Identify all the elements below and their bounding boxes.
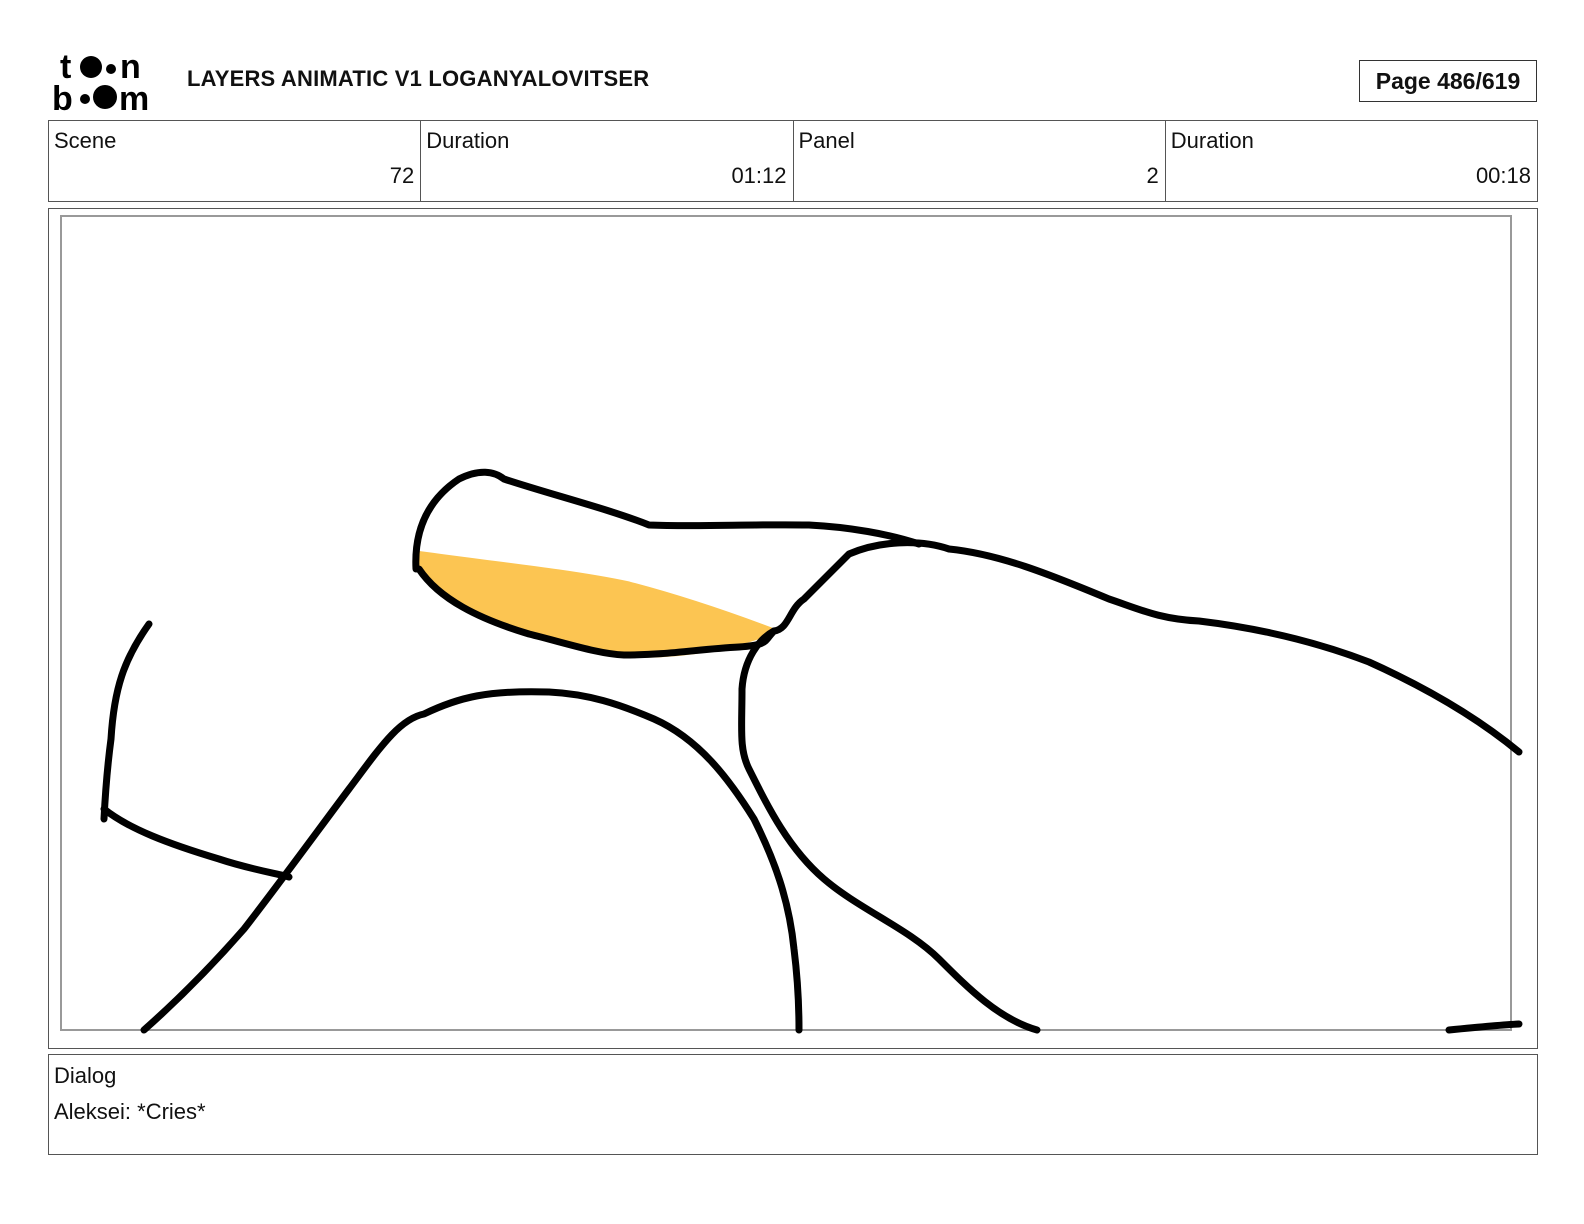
- info-row: Scene 72 Duration 01:12 Panel 2 Duration…: [48, 120, 1538, 202]
- arm-line: [100, 620, 153, 823]
- dialog-text: Aleksei: *Cries*: [54, 1099, 206, 1124]
- panel-duration-value: 00:18: [1475, 163, 1531, 188]
- toon-boom-logo: t n b m: [52, 50, 149, 114]
- dialog-box: Dialog Aleksei: *Cries*: [48, 1054, 1538, 1155]
- panel-sketch: [60, 215, 1523, 1034]
- scene-duration-label: Duration: [426, 128, 510, 153]
- panel-label: Panel: [798, 128, 855, 153]
- dialog-label: Dialog: [54, 1063, 117, 1088]
- arm-lower-line: [100, 805, 293, 881]
- panel-cell: Panel 2: [794, 121, 1166, 201]
- svg-text:b: b: [52, 80, 73, 114]
- panel-value: 2: [1146, 163, 1159, 188]
- svg-text:m: m: [119, 80, 149, 114]
- scene-value: 72: [389, 163, 415, 188]
- head-outline: [412, 468, 923, 573]
- storyboard-panel: [48, 208, 1538, 1049]
- document-title: LAYERS ANIMATIC V1 LOGANYALOVITSER: [187, 66, 650, 91]
- scene-duration-cell: Duration 01:12: [421, 121, 794, 201]
- highlight-fill: [413, 550, 777, 658]
- page-indicator: Page 486/619: [1359, 60, 1537, 102]
- scene-duration-value: 01:12: [731, 163, 787, 188]
- scene-cell: Scene 72: [49, 121, 422, 201]
- scene-label: Scene: [54, 128, 117, 153]
- shoulder-curve: [140, 688, 803, 1034]
- panel-duration-cell: Duration 00:18: [1166, 121, 1537, 201]
- neck-line: [738, 627, 1041, 1034]
- panel-duration-label: Duration: [1170, 128, 1254, 153]
